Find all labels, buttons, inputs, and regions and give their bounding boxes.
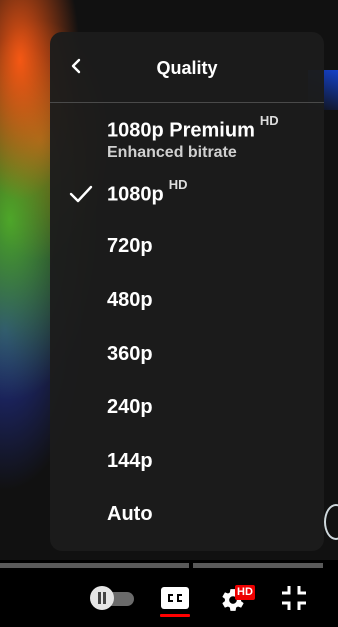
- settings-button[interactable]: HD: [220, 585, 258, 613]
- progress-bar-remaining[interactable]: [193, 563, 323, 568]
- quality-option-144p[interactable]: 144p: [50, 438, 324, 488]
- exit-fullscreen-button[interactable]: [280, 584, 308, 612]
- pause-icon: [98, 592, 106, 604]
- quality-option-1080p-premium[interactable]: 1080p Premium HD Enhanced bitrate: [50, 112, 324, 168]
- captions-button[interactable]: [160, 585, 190, 617]
- progress-bar-played[interactable]: [0, 563, 189, 568]
- quality-option-1080p[interactable]: 1080p HD: [50, 169, 324, 219]
- checkmark-icon: [69, 185, 93, 203]
- quality-option-label: 1080p Premium HD: [107, 113, 279, 142]
- menu-title: Quality: [156, 58, 218, 78]
- quality-option-label: 480p: [107, 289, 153, 311]
- hd-badge: HD: [168, 177, 188, 192]
- quality-option-480p[interactable]: 480p: [50, 277, 324, 327]
- autoplay-toggle[interactable]: [90, 586, 136, 610]
- quality-option-240p[interactable]: 240p: [50, 384, 324, 434]
- quality-option-sublabel: Enhanced bitrate: [107, 144, 237, 161]
- quality-option-auto[interactable]: Auto: [50, 491, 324, 541]
- captions-active-indicator: [160, 614, 190, 617]
- quality-option-label: 144p: [107, 450, 153, 472]
- cc-icon: [161, 587, 189, 609]
- exit-fullscreen-icon: [282, 586, 306, 610]
- quality-menu: Quality 1080p Premium HD Enhanced bitrate…: [50, 32, 324, 551]
- quality-option-label: 1080p HD: [107, 177, 188, 206]
- quality-option-label: Auto: [107, 503, 153, 525]
- toggle-knob: [90, 586, 114, 610]
- quality-option-label: 720p: [107, 235, 153, 257]
- hd-badge: HD: [259, 113, 279, 128]
- quality-option-label: 360p: [107, 343, 153, 365]
- quality-option-label: 240p: [107, 396, 153, 418]
- player-controls: HD: [0, 570, 338, 627]
- quality-option-720p[interactable]: 720p: [50, 223, 324, 273]
- menu-header: Quality: [50, 32, 324, 103]
- settings-hd-badge: HD: [235, 585, 255, 600]
- quality-option-360p[interactable]: 360p: [50, 331, 324, 381]
